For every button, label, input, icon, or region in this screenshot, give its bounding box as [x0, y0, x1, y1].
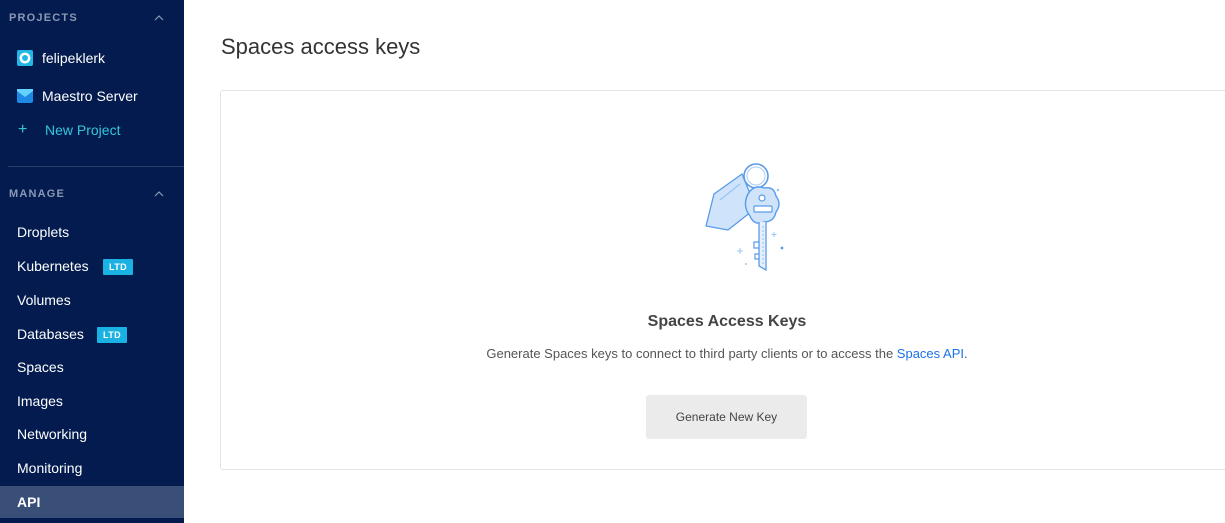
envelope-icon	[17, 89, 33, 103]
sidebar-project-maestro-server[interactable]: Maestro Server	[0, 84, 184, 108]
project-ring-icon	[17, 50, 33, 66]
plus-icon: +	[18, 121, 28, 138]
description-end: .	[964, 346, 968, 361]
sidebar-item-label: Databases	[17, 326, 84, 342]
description-text: Generate Spaces keys to connect to third…	[486, 346, 897, 361]
sidebar-item-label: Kubernetes	[17, 258, 89, 274]
chevron-up-icon[interactable]	[154, 14, 164, 22]
sidebar-project-felipeklerk[interactable]: felipeklerk	[0, 46, 184, 70]
sidebar-item-spaces[interactable]: Spaces	[0, 352, 184, 382]
sidebar-item-volumes[interactable]: Volumes	[0, 285, 184, 315]
empty-state-card: Spaces Access Keys Generate Spaces keys …	[220, 90, 1225, 470]
sidebar-item-images[interactable]: Images	[0, 386, 184, 416]
empty-state-description: Generate Spaces keys to connect to third…	[221, 346, 1225, 361]
sidebar-item-label: Droplets	[17, 224, 70, 240]
sidebar-item-label: Monitoring	[17, 460, 83, 476]
sidebar-item-droplets[interactable]: Droplets	[0, 217, 184, 247]
ltd-badge: LTD	[97, 327, 128, 343]
sidebar-item-api[interactable]: API	[0, 486, 184, 518]
sidebar-item-networking[interactable]: Networking	[0, 419, 184, 449]
chevron-up-icon[interactable]	[154, 190, 164, 198]
page-title: Spaces access keys	[221, 34, 421, 59]
sidebar: PROJECTS felipeklerk Maestro Server + Ne…	[0, 0, 184, 523]
new-project-link[interactable]: + New Project	[0, 118, 184, 142]
sidebar-item-label: Spaces	[17, 359, 64, 375]
key-icon	[705, 163, 784, 272]
sidebar-item-databases[interactable]: Databases LTD	[0, 319, 184, 349]
generate-new-key-button[interactable]: Generate New Key	[646, 395, 807, 439]
spaces-api-link[interactable]: Spaces API	[897, 346, 964, 361]
projects-section-header[interactable]: PROJECTS	[0, 8, 184, 28]
project-label: Maestro Server	[42, 88, 138, 104]
sidebar-item-label: API	[17, 494, 41, 510]
sidebar-item-kubernetes[interactable]: Kubernetes LTD	[0, 251, 184, 281]
sidebar-item-label: Volumes	[17, 292, 71, 308]
manage-section-header[interactable]: MANAGE	[0, 184, 184, 204]
app-root: PROJECTS felipeklerk Maestro Server + Ne…	[0, 0, 1225, 523]
sidebar-divider	[8, 166, 184, 167]
empty-state-heading: Spaces Access Keys	[647, 313, 807, 330]
ltd-badge: LTD	[103, 259, 134, 275]
new-project-label: New Project	[45, 122, 121, 138]
sidebar-item-label: Networking	[17, 426, 88, 442]
project-label: felipeklerk	[42, 50, 106, 66]
sidebar-item-label: Images	[17, 393, 63, 409]
sidebar-item-monitoring[interactable]: Monitoring	[0, 453, 184, 483]
projects-header-label: PROJECTS	[9, 12, 78, 24]
manage-header-label: MANAGE	[9, 188, 66, 200]
